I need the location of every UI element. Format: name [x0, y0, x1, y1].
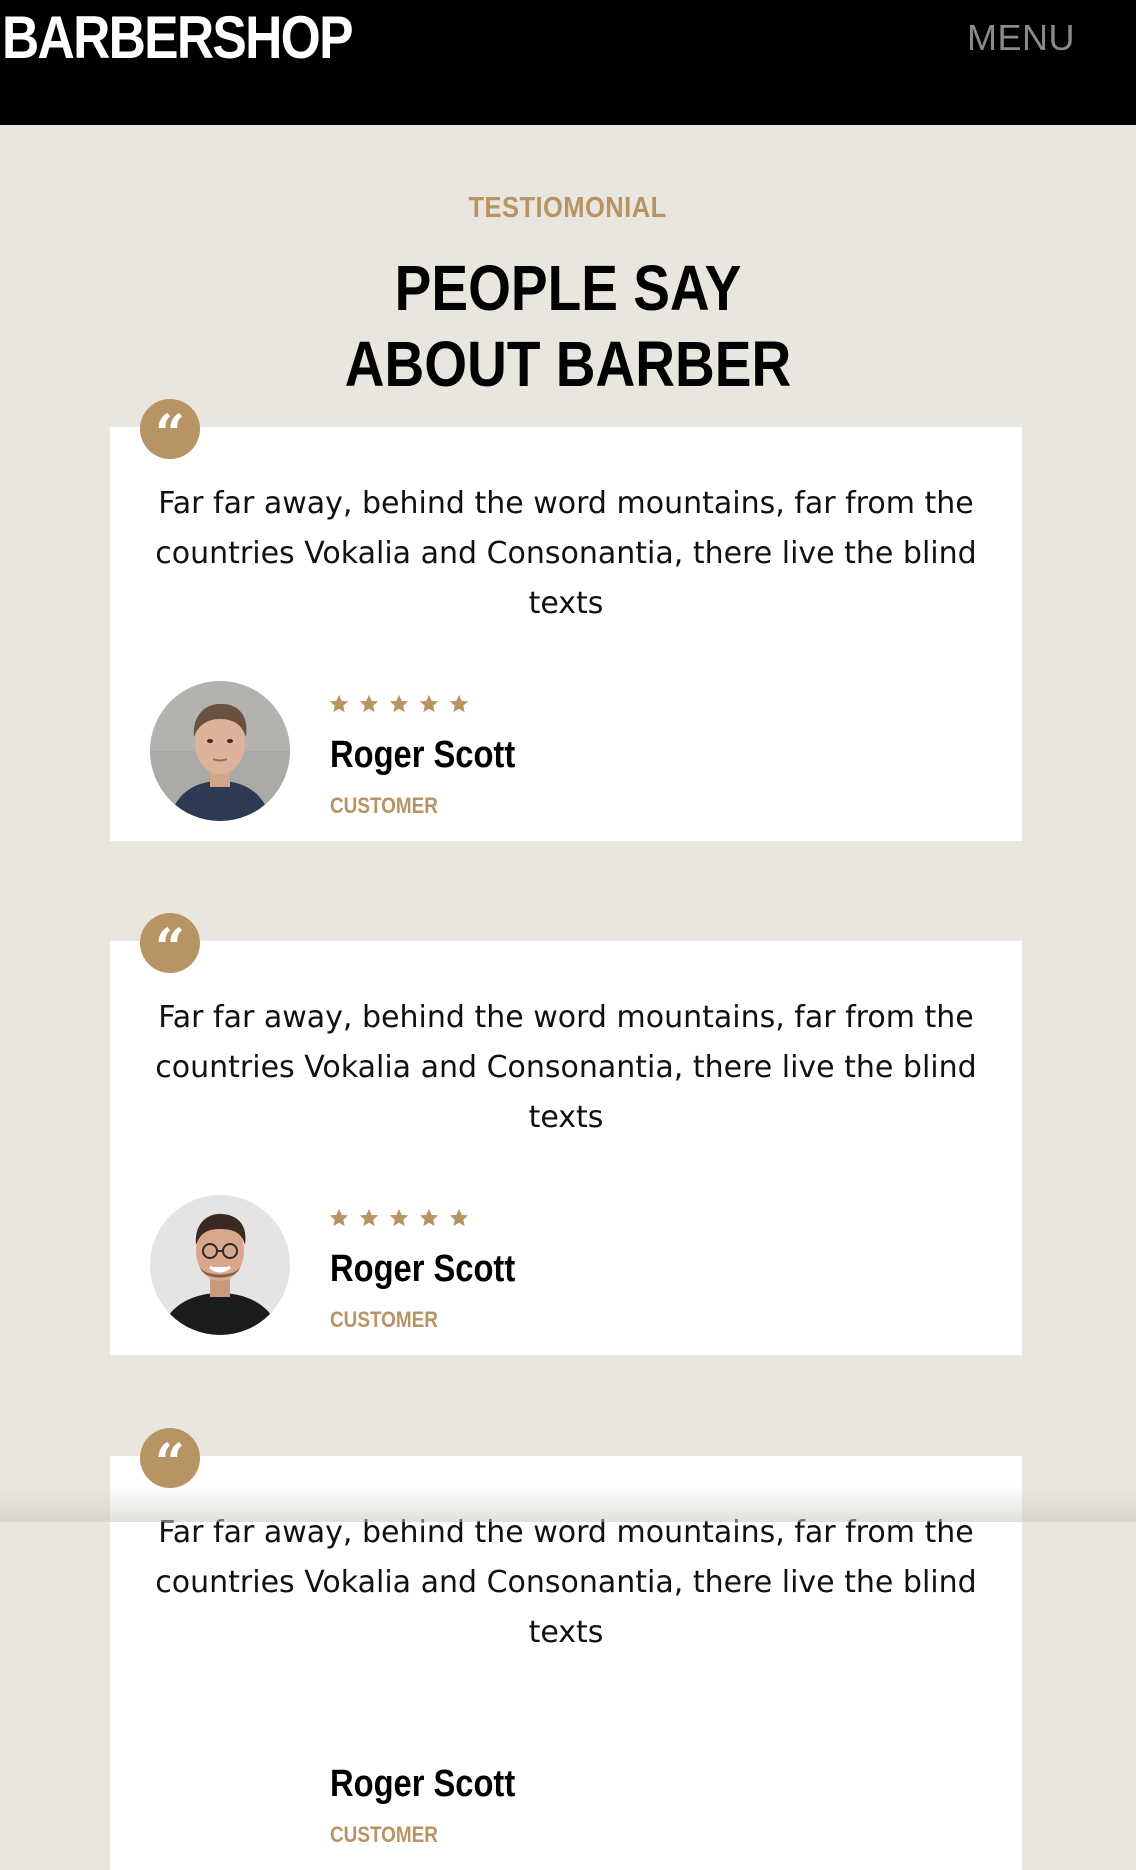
- avatar-image: [150, 681, 290, 821]
- star-icon: [328, 693, 350, 715]
- testimonial-card: “ Far far away, behind the word mountain…: [110, 1428, 1022, 1870]
- star-rating: [328, 693, 478, 717]
- person-role: CUSTOMER: [330, 1307, 438, 1332]
- testimonial-text: Far far away, behind the word mountains,…: [155, 486, 977, 621]
- testimonial-text: Far far away, behind the word mountains,…: [155, 1000, 977, 1135]
- quote-icon: “: [140, 1428, 200, 1494]
- section-subheading-text: TESTIOMONIAL: [468, 192, 668, 224]
- section-heading: PEOPLE SAY ABOUT BARBER: [0, 250, 1136, 402]
- person-name: Roger Scott: [330, 734, 516, 776]
- section-heading-line-1: PEOPLE SAY: [394, 252, 742, 324]
- quote-icon: “: [140, 399, 200, 465]
- avatar: [150, 681, 290, 821]
- quote-icon: “: [140, 913, 200, 979]
- testimonial-text: Far far away, behind the word mountains,…: [155, 1515, 977, 1650]
- star-icon: [448, 693, 470, 715]
- avatar-image: [150, 1195, 290, 1335]
- star-icon: [328, 1207, 350, 1229]
- avatar: [150, 1710, 290, 1850]
- star-icon: [448, 1207, 470, 1229]
- person-role: CUSTOMER: [330, 793, 438, 818]
- menu-button[interactable]: MENU: [967, 17, 1075, 59]
- top-navbar: BARBERSHOP MENU: [0, 0, 1136, 125]
- avatar: [150, 1195, 290, 1335]
- brand-logo[interactable]: BARBERSHOP: [2, 4, 353, 72]
- star-icon: [358, 1207, 380, 1229]
- person-name: Roger Scott: [330, 1763, 516, 1805]
- star-icon: [418, 693, 440, 715]
- star-icon: [418, 1207, 440, 1229]
- testimonial-card: “ Far far away, behind the word mountain…: [110, 913, 1022, 1355]
- star-icon: [358, 693, 380, 715]
- section-heading-line-2: ABOUT BARBER: [344, 328, 792, 400]
- testimonial-card: “ Far far away, behind the word mountain…: [110, 399, 1022, 841]
- star-icon: [388, 693, 410, 715]
- person-name: Roger Scott: [330, 1248, 516, 1290]
- section-subheading: TESTIOMONIAL: [0, 191, 1136, 225]
- star-rating: [328, 1207, 478, 1231]
- star-icon: [388, 1207, 410, 1229]
- person-role: CUSTOMER: [330, 1822, 438, 1847]
